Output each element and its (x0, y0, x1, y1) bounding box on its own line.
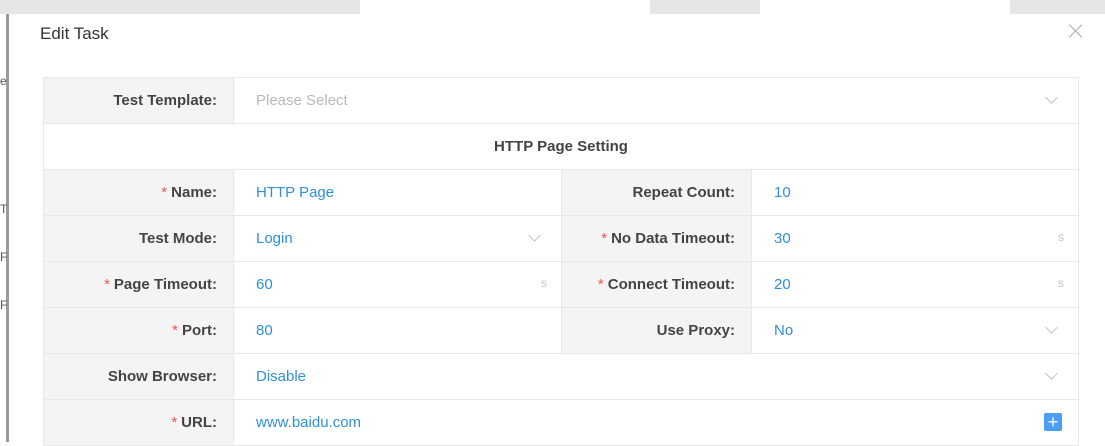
page-timeout-label: * Page Timeout: (43, 261, 234, 308)
connect-timeout-label: * Connect Timeout: (561, 261, 752, 308)
port-label: * Port: (43, 307, 234, 354)
backdrop-top-band (0, 0, 1105, 14)
backdrop-shape (360, 0, 650, 14)
chevron-down-icon (1045, 91, 1058, 104)
name-field[interactable]: HTTP Page (233, 169, 562, 216)
form-row-browser: Show Browser: Disable (43, 353, 1080, 400)
form-row-port: * Port: 80 Use Proxy: No (43, 307, 1080, 354)
test-mode-select[interactable]: Login (233, 215, 562, 262)
section-header: HTTP Page Setting (42, 123, 1080, 170)
repeat-count-field[interactable]: 10 (750, 169, 1080, 216)
add-url-button[interactable]: + (1044, 413, 1063, 431)
url-field[interactable]: www.baidu.com + (232, 399, 1080, 446)
test-template-placeholder: Please Select (256, 92, 348, 109)
required-marker: * (161, 184, 168, 201)
background-text: F (0, 298, 8, 312)
chevron-down-icon (1045, 321, 1058, 334)
no-data-timeout-field[interactable]: 30 s (750, 215, 1080, 262)
required-marker: * (601, 230, 608, 247)
form-row-section: HTTP Page Setting (42, 123, 1080, 170)
name-label: * Name: (43, 169, 234, 216)
seconds-unit: s (1058, 230, 1065, 244)
form-row-mode: Test Mode: Login * No Data Timeout: 30 s (43, 215, 1080, 262)
edit-task-dialog: Edit Task Test Template: Please Select H… (22, 14, 1105, 446)
url-label: * URL: (43, 399, 234, 446)
form-row-name: * Name: HTTP Page Repeat Count: 10 (43, 169, 1080, 216)
page-timeout-field[interactable]: 60 s (233, 261, 562, 308)
port-field[interactable]: 80 (233, 307, 562, 354)
test-template-select[interactable]: Please Select (232, 77, 1080, 124)
background-text: T (0, 202, 8, 216)
show-browser-select[interactable]: Disable (232, 353, 1080, 400)
chevron-down-icon (528, 229, 541, 242)
test-template-label: Test Template: (43, 77, 234, 124)
seconds-unit: s (541, 276, 547, 290)
use-proxy-select[interactable]: No (750, 307, 1080, 354)
required-marker: * (104, 276, 110, 293)
repeat-count-label: Repeat Count: (561, 169, 752, 216)
backdrop-shape (760, 0, 1010, 14)
close-icon[interactable] (1065, 20, 1087, 42)
no-data-timeout-label: * No Data Timeout: (561, 215, 752, 262)
form-row-url: * URL: www.baidu.com + (43, 399, 1080, 446)
background-page-edge: e T F F (0, 14, 22, 442)
test-mode-label: Test Mode: (43, 215, 234, 262)
use-proxy-label: Use Proxy: (561, 307, 752, 354)
required-marker: * (171, 414, 178, 431)
dialog-title: Edit Task (40, 24, 109, 43)
form-row-template: Test Template: Please Select (43, 77, 1080, 124)
seconds-unit: s (1058, 276, 1065, 290)
task-form: Test Template: Please Select HTTP Page S… (42, 77, 1080, 446)
required-marker: * (597, 276, 604, 293)
required-marker: * (172, 322, 178, 339)
show-browser-label: Show Browser: (43, 353, 234, 400)
chevron-down-icon (1045, 367, 1058, 380)
form-row-timeouts: * Page Timeout: 60 s * Connect Timeout: 20… (43, 261, 1080, 308)
connect-timeout-field[interactable]: 20 s (750, 261, 1080, 308)
background-text: e (0, 74, 7, 88)
background-text: F (0, 250, 8, 264)
